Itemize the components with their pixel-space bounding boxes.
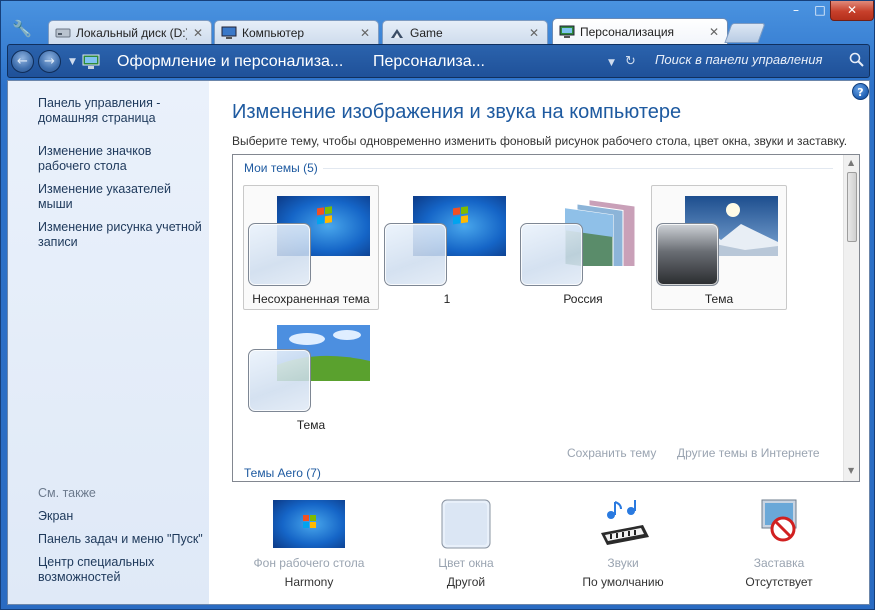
setting-name: Звуки [607, 556, 639, 570]
address-dropdown-icon[interactable]: ▼ [608, 58, 615, 68]
theme-item-tema-snow[interactable]: Тема [651, 185, 787, 310]
new-tab-button[interactable] [724, 23, 766, 43]
tab-local-disk[interactable]: Локальный диск (D:) ✕ [48, 20, 212, 44]
setting-name: Заставка [753, 556, 805, 570]
close-tab-icon[interactable]: ✕ [193, 26, 203, 40]
setting-value: Отсутствует [745, 575, 813, 589]
address-bar: ← → ▼ Оформление и персонализа... Персон… [7, 44, 870, 78]
sidebar-link-desktop-icons[interactable]: Изменение значков рабочего стола [38, 144, 178, 174]
breadcrumb-personalization[interactable]: Персонализа... [373, 53, 485, 71]
refresh-icon[interactable]: ↻ [625, 54, 636, 69]
my-themes-header[interactable]: Мои темы (5) [244, 161, 318, 175]
drive-icon [55, 26, 71, 40]
minimize-button[interactable]: – [784, 1, 808, 21]
window-frame: 🔧 Локальный диск (D:) ✕ Компьютер ✕ Game… [0, 0, 875, 610]
theme-label: Несохраненная тема [252, 292, 370, 306]
tab-label: Компьютер [242, 25, 305, 40]
save-theme-link[interactable]: Сохранить тему [567, 446, 656, 460]
history-dropdown-icon[interactable]: ▼ [69, 57, 76, 67]
close-tab-icon[interactable]: ✕ [529, 26, 539, 40]
page-subtitle: Выберите тему, чтобы одновременно измени… [232, 134, 848, 148]
theme-item-unsaved[interactable]: Несохраненная тема [243, 185, 379, 310]
window-color-swatch [248, 223, 311, 286]
help-icon[interactable]: ? [852, 83, 869, 100]
tab-label: Локальный диск (D:) [76, 25, 187, 40]
sidebar-link-display[interactable]: Экран [38, 509, 208, 524]
computer-icon [221, 26, 237, 40]
search-input[interactable]: Поиск в панели управления [649, 49, 868, 74]
theme-label: Тема [704, 292, 734, 306]
breadcrumb-appearance[interactable]: Оформление и персонализа... [117, 53, 343, 71]
close-tab-icon[interactable]: ✕ [709, 25, 719, 39]
forward-button[interactable]: → [38, 50, 61, 73]
control-panel-icon [82, 54, 100, 70]
theme-list-scrollbar[interactable]: ▲ ▼ [843, 155, 859, 481]
tab-computer[interactable]: Компьютер ✕ [214, 20, 379, 44]
theme-item-tema-bliss[interactable]: Тема [243, 311, 379, 436]
desktop-background-icon [273, 499, 345, 549]
setting-name: Цвет окна [438, 556, 494, 570]
window-color-icon [430, 499, 502, 549]
tab-label: Game [410, 25, 443, 40]
scroll-down-icon[interactable]: ▼ [848, 466, 854, 475]
tab-label: Персонализация [580, 25, 675, 39]
scroll-up-icon[interactable]: ▲ [848, 158, 854, 167]
sidebar-link-home[interactable]: Панель управления - домашняя страница [38, 96, 208, 126]
theme-item-russia[interactable]: Россия [515, 185, 651, 310]
wrench-icon[interactable]: 🔧 [11, 19, 33, 39]
theme-item-1[interactable]: 1 [379, 185, 515, 310]
search-icon[interactable] [849, 52, 865, 68]
setting-value: Другой [446, 575, 486, 589]
control-panel-content: Панель управления - домашняя страница Из… [7, 80, 870, 605]
close-tab-icon[interactable]: ✕ [360, 26, 370, 40]
tab-personalization[interactable]: Персонализация ✕ [552, 18, 728, 45]
theme-label: 1 [443, 292, 451, 306]
tab-strip: 🔧 Локальный диск (D:) ✕ Компьютер ✕ Game… [1, 1, 875, 45]
theme-label: Тема [296, 418, 326, 432]
setting-name: Фон рабочего стола [253, 556, 365, 570]
theme-list[interactable]: Мои темы (5) Несохраненная тема 1 Россия… [232, 154, 860, 482]
window-color-swatch [656, 223, 719, 286]
close-button[interactable]: ✕ [830, 1, 874, 21]
main-panel: ? Изменение изображения и звука на компь… [209, 81, 869, 604]
window-color-swatch [520, 223, 583, 286]
sidebar-link-mouse-pointers[interactable]: Изменение указателей мыши [38, 182, 188, 212]
see-also-heading: См. также [38, 486, 96, 500]
sidebar-link-ease-of-access[interactable]: Центр специальных возможностей [38, 555, 178, 585]
group-divider [323, 168, 833, 169]
page-title: Изменение изображения и звука на компьют… [232, 101, 682, 123]
personalization-icon [559, 25, 575, 39]
folder-game-icon [389, 26, 405, 40]
aero-themes-header[interactable]: Темы Aero (7) [244, 466, 321, 480]
sidebar: Панель управления - домашняя страница Из… [8, 81, 209, 604]
setting-value: По умолчанию [582, 575, 664, 589]
online-themes-link[interactable]: Другие темы в Интернете [677, 446, 820, 460]
back-button[interactable]: ← [11, 50, 34, 73]
maximize-button[interactable]: □ [808, 1, 832, 21]
window-color-swatch [248, 349, 311, 412]
scroll-thumb[interactable] [847, 172, 857, 242]
sidebar-link-taskbar[interactable]: Панель задач и меню "Пуск" [38, 532, 208, 547]
window-color-swatch [384, 223, 447, 286]
sidebar-link-account-picture[interactable]: Изменение рисунка учетной записи [38, 220, 208, 250]
theme-label: Россия [563, 292, 603, 306]
sounds-icon [587, 499, 659, 549]
screensaver-icon [743, 499, 815, 549]
setting-value: Harmony [284, 575, 334, 589]
tab-game[interactable]: Game ✕ [382, 20, 548, 44]
